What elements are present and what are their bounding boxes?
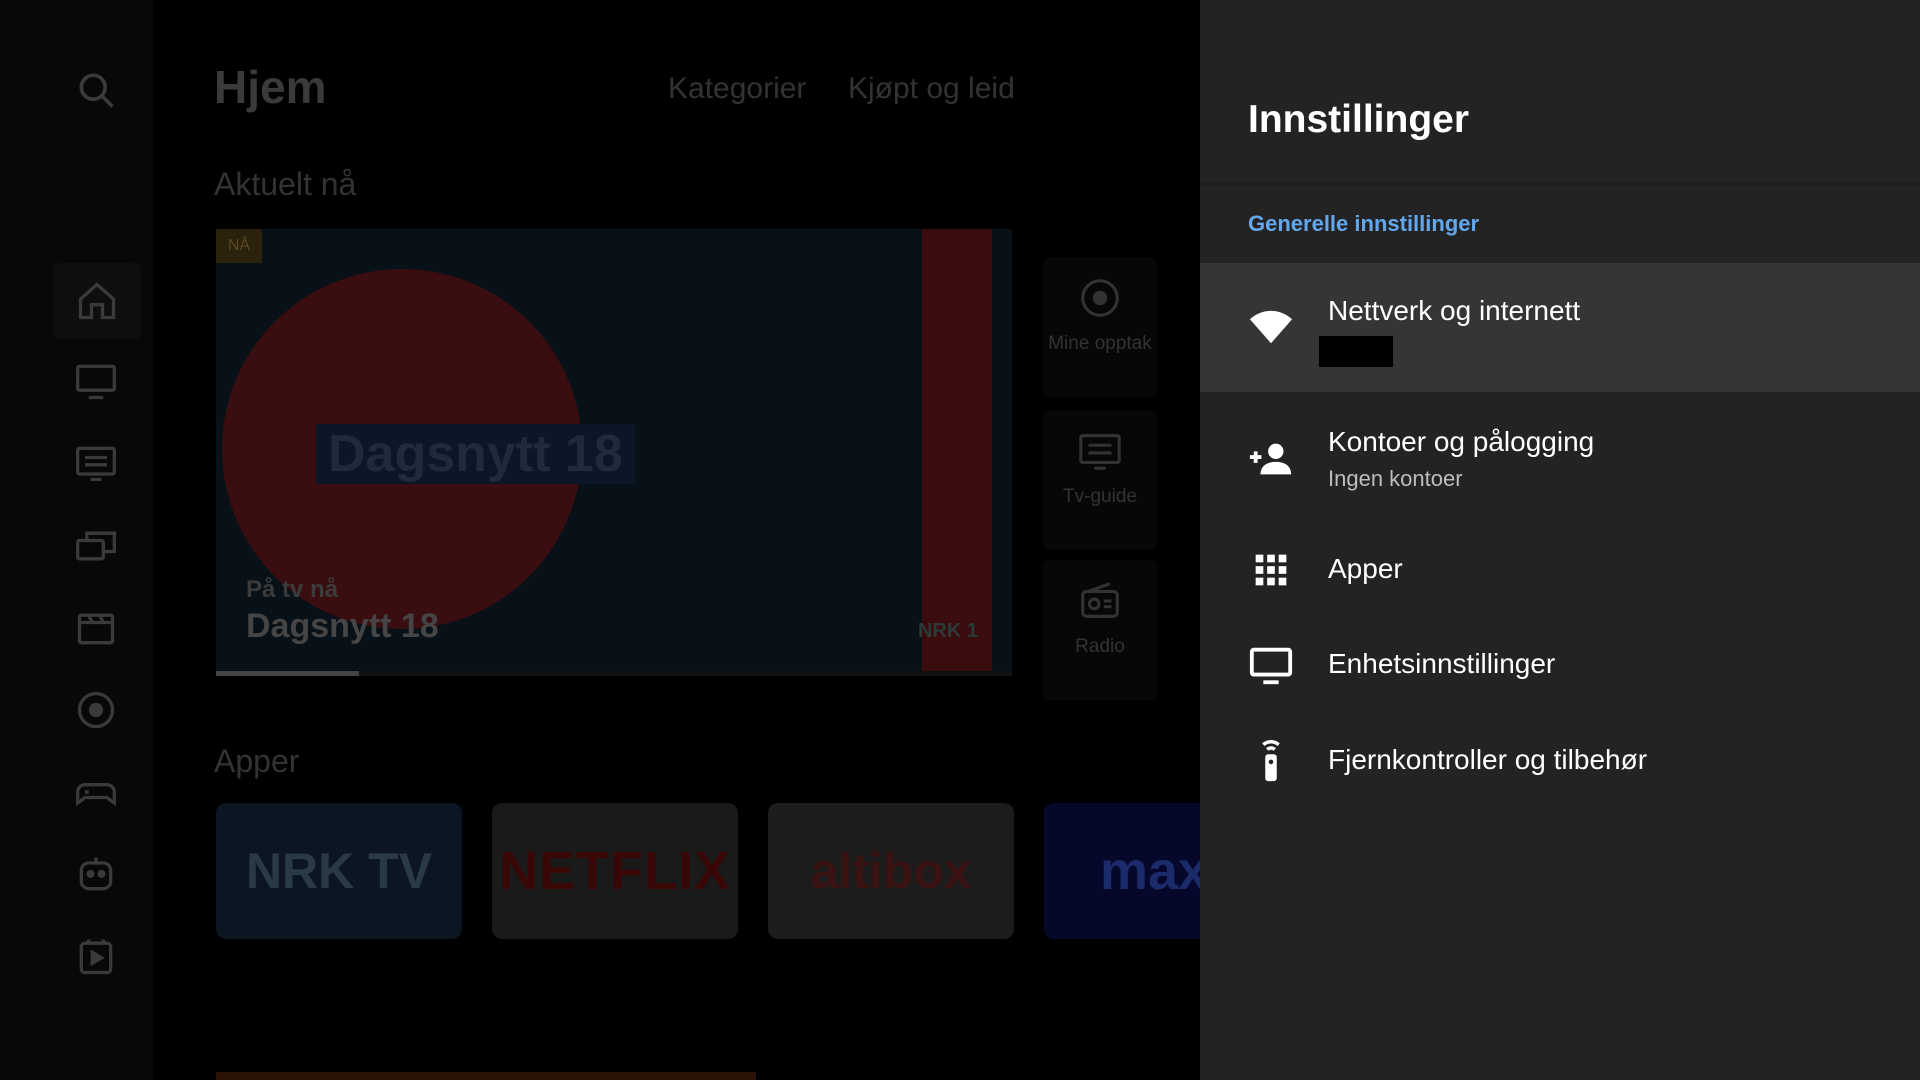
live-badge: NÅ [216,229,262,263]
divider [1200,182,1920,186]
home-icon[interactable] [53,263,141,339]
next-row-preview [216,1072,756,1080]
app-tile-nrk-tv[interactable]: NRK TV [216,803,462,939]
settings-title: Innstillinger [1248,98,1470,141]
home-screen: Hjem Kategorier Kjøpt og leid Aktuelt nå… [0,0,1200,1080]
app-tile-max[interactable]: max [1044,803,1200,939]
app-tile-label: NRK TV [245,843,433,899]
quick-tile-label: Tv-guide [1063,486,1137,507]
channel-logo: NRK 1 [917,620,978,642]
quick-tile-tv-guide[interactable]: Tv-guide [1043,410,1157,550]
settings-item-title: Nettverk og internett [1328,295,1581,326]
hero-banner-text: Dagsnytt 18 [316,424,635,484]
guide-icon[interactable] [74,441,118,485]
app-tile-label: max [1100,841,1200,901]
settings-item-subtitle: Ingen kontoer [1328,466,1463,491]
quick-tile-recordings[interactable]: Mine opptak [1043,257,1157,397]
redacted-network-name [1319,336,1393,367]
record-icon [1081,279,1119,317]
settings-item-title: Kontoer og pålogging [1328,426,1595,457]
settings-item-title: Apper [1328,553,1403,584]
kids-icon[interactable] [74,852,118,896]
quick-tile-radio[interactable]: Radio [1043,560,1157,700]
settings-item-remotes[interactable]: Fjernkontroller og tilbehør [1200,731,1920,791]
app-tile-label: NETFLIX [499,841,731,901]
settings-item-apps[interactable]: Apper [1200,540,1920,600]
settings-panel: Innstillinger Generelle innstillinger Ne… [1200,0,1920,1080]
movie-icon[interactable] [74,606,118,650]
radio-icon [1081,582,1119,618]
settings-item-title: Fjernkontroller og tilbehør [1328,744,1648,775]
apps-grid-icon [1248,547,1294,593]
settings-item-accounts[interactable]: Kontoer og pålogging Ingen kontoer [1200,410,1920,510]
section-label-general: Generelle innstillinger [1248,211,1480,236]
remote-icon [1248,737,1294,783]
quick-tile-label: Radio [1075,636,1125,657]
playback-progress [216,671,1012,676]
hero-side-stripe [922,229,992,673]
quick-tile-label: Mine opptak [1048,333,1152,354]
settings-item-device[interactable]: Enhetsinnstillinger [1200,635,1920,695]
app-tile-netflix[interactable]: NETFLIX [492,803,738,939]
show-title: Dagsnytt 18 [246,607,439,645]
hero-card[interactable]: Dagsnytt 18 NÅ På tv nå Dagsnytt 18 NRK … [216,229,1012,673]
section-title-current: Aktuelt nå [214,166,357,202]
monitor-icon [1248,642,1294,688]
app-tile-altibox[interactable]: altibox [768,803,1014,939]
wifi-icon [1248,303,1294,349]
gamepad-icon[interactable] [74,770,118,814]
record-icon[interactable] [74,688,118,732]
add-account-icon [1248,436,1294,482]
section-title-apps: Apper [214,743,300,779]
settings-item-network[interactable]: Nettverk og internett [1200,263,1920,392]
side-navigation [0,0,153,1080]
on-tv-label: På tv nå [246,576,339,603]
app-tile-label: altibox [810,843,972,899]
page-title: Hjem [214,61,327,113]
play-store-icon[interactable] [74,934,118,978]
tab-categories[interactable]: Kategorier [668,72,806,106]
search-icon[interactable] [74,68,118,112]
tv-guide-icon [1079,434,1121,470]
playback-progress-fill [216,671,360,676]
tab-purchased[interactable]: Kjøpt og leid [848,72,1015,106]
multiscreen-icon[interactable] [74,524,118,568]
tv-icon[interactable] [74,359,118,403]
settings-item-title: Enhetsinnstillinger [1328,648,1556,679]
